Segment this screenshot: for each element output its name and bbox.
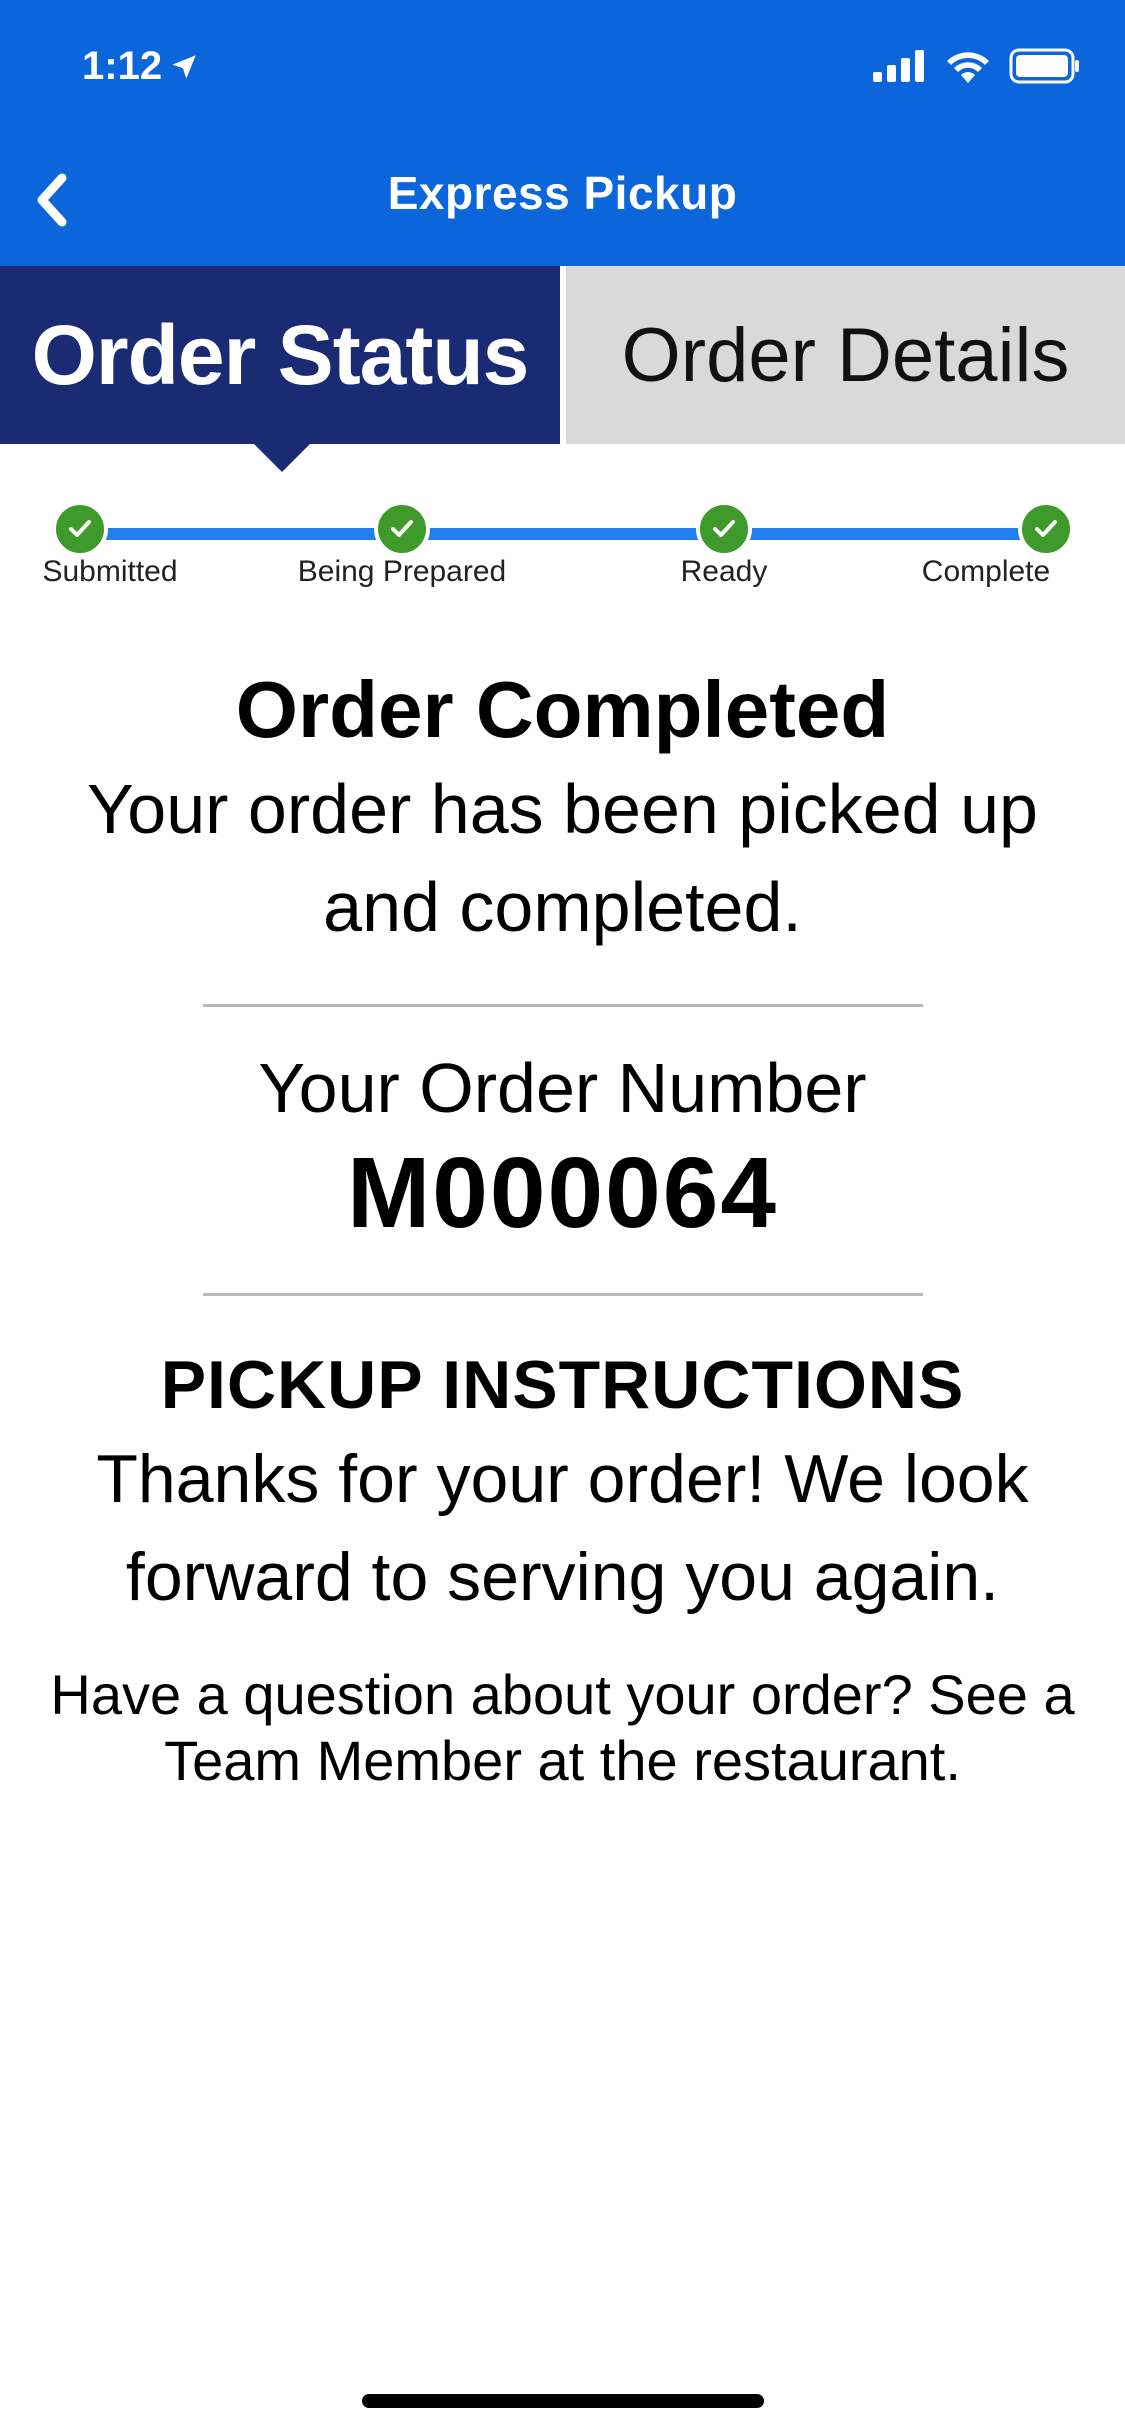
tab-order-status[interactable]: Order Status [0,266,560,444]
tab-order-details[interactable]: Order Details [566,266,1125,444]
location-arrow-icon [172,54,196,79]
check-icon [696,501,752,557]
order-progress-tracker: Submitted Being Prepared Ready Complete [0,501,1125,595]
tab-bar: Order Status Order Details [0,266,1125,472]
status-message: Your order has been picked up and comple… [87,770,1038,946]
status-bar-time: 1:12 [82,44,198,89]
status-bar-icons [873,48,1081,84]
home-indicator [362,2394,764,2408]
pickup-instructions-message: Thanks for your order! We look forward t… [96,1441,1029,1615]
order-status-content: Order Completed Your order has been pick… [0,660,1125,1794]
wifi-icon [947,52,989,83]
check-icon [374,501,430,557]
progress-track [80,528,1045,540]
battery-icon [1009,48,1079,84]
progress-step-label: Being Prepared [297,555,507,588]
page-title: Express Pickup [387,167,738,219]
help-question-text: Have a question about your order? See a … [50,1663,1075,1792]
cellular-signal-icon [873,50,924,82]
order-number: M000064 [347,1137,778,1249]
progress-step-label: Ready [680,555,768,588]
active-tab-pointer [252,442,312,472]
check-icon [52,501,108,557]
order-number-label: Your Order Number [258,1049,867,1127]
progress-step-label: Submitted [42,555,178,588]
app-header: 1:12 Express Pickup [0,0,1125,266]
pickup-instructions-heading: PICKUP INSTRUCTIONS [160,1347,965,1423]
status-title: Order Completed [235,665,890,754]
progress-step-label: Complete [921,555,1051,588]
check-icon [1018,501,1074,557]
